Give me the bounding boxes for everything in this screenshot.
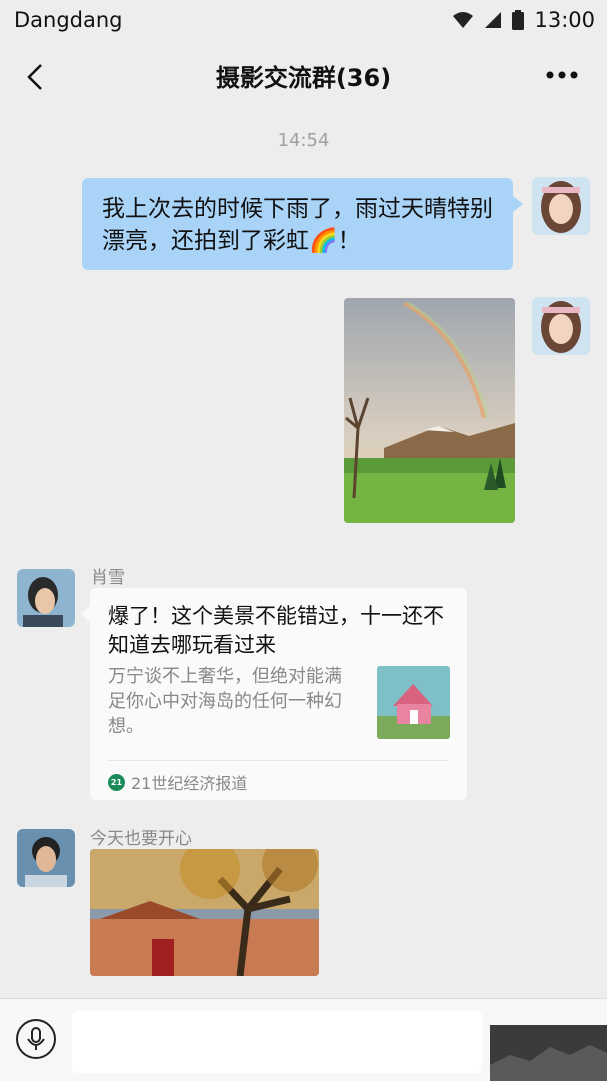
status-bar: Dangdang 13:00 (0, 0, 607, 42)
outgoing-photo-rainbow-landscape[interactable] (344, 298, 515, 523)
clock: 13:00 (534, 8, 595, 32)
sender-avatar[interactable] (17, 569, 75, 627)
more-options-icon[interactable] (545, 68, 579, 82)
voice-input-button[interactable] (16, 1019, 56, 1059)
article-thumbnail (377, 666, 450, 739)
article-description: 万宁谈不上奢华，但绝对能满足你心中对海岛的任何一种幻想。 (108, 666, 342, 737)
battery-icon (512, 10, 525, 30)
shared-article-card[interactable]: 爆了！这个美景不能错过，十一还不知道去哪玩看过来 万宁谈不上奢华，但绝对能满足你… (81, 588, 467, 800)
chat-header: 摄影交流群(36) (0, 42, 607, 110)
article-headline: 爆了！这个美景不能错过，十一还不知道去哪玩看过来 (108, 604, 444, 657)
message-timestamp: 14:54 (277, 130, 330, 151)
sender-name: 肖雪 (91, 568, 125, 588)
message-text-field[interactable] (72, 1011, 482, 1073)
outgoing-text-bubble[interactable]: 我上次去的时候下雨了，雨过天晴特别漂亮，还拍到了彩虹🌈！ (82, 178, 523, 270)
article-source: 21 21世纪经济报道 (108, 770, 247, 794)
outgoing-message-text: 我上次去的时候下雨了，雨过天晴特别漂亮，还拍到了彩虹🌈！ (102, 196, 493, 254)
my-avatar[interactable] (532, 297, 590, 355)
status-icons: 13:00 (452, 8, 595, 32)
incoming-photo-courtyard[interactable] (90, 849, 319, 976)
my-avatar[interactable] (532, 177, 590, 235)
sender-name: 今天也要开心 (90, 829, 192, 849)
card-divider (108, 760, 449, 761)
message-input-bar (0, 998, 607, 1081)
wifi-icon (453, 12, 474, 28)
news-source-logo: 21 (108, 773, 125, 791)
microphone-icon (27, 1027, 45, 1050)
carrier-name: Dangdang (14, 8, 123, 32)
source-name: 21世纪经济报道 (131, 774, 248, 793)
group-title: 摄影交流群(36) (215, 64, 392, 92)
cellular-signal-icon (485, 12, 502, 28)
sender-avatar[interactable] (17, 829, 75, 887)
overlay-thumbnail (490, 1025, 607, 1081)
